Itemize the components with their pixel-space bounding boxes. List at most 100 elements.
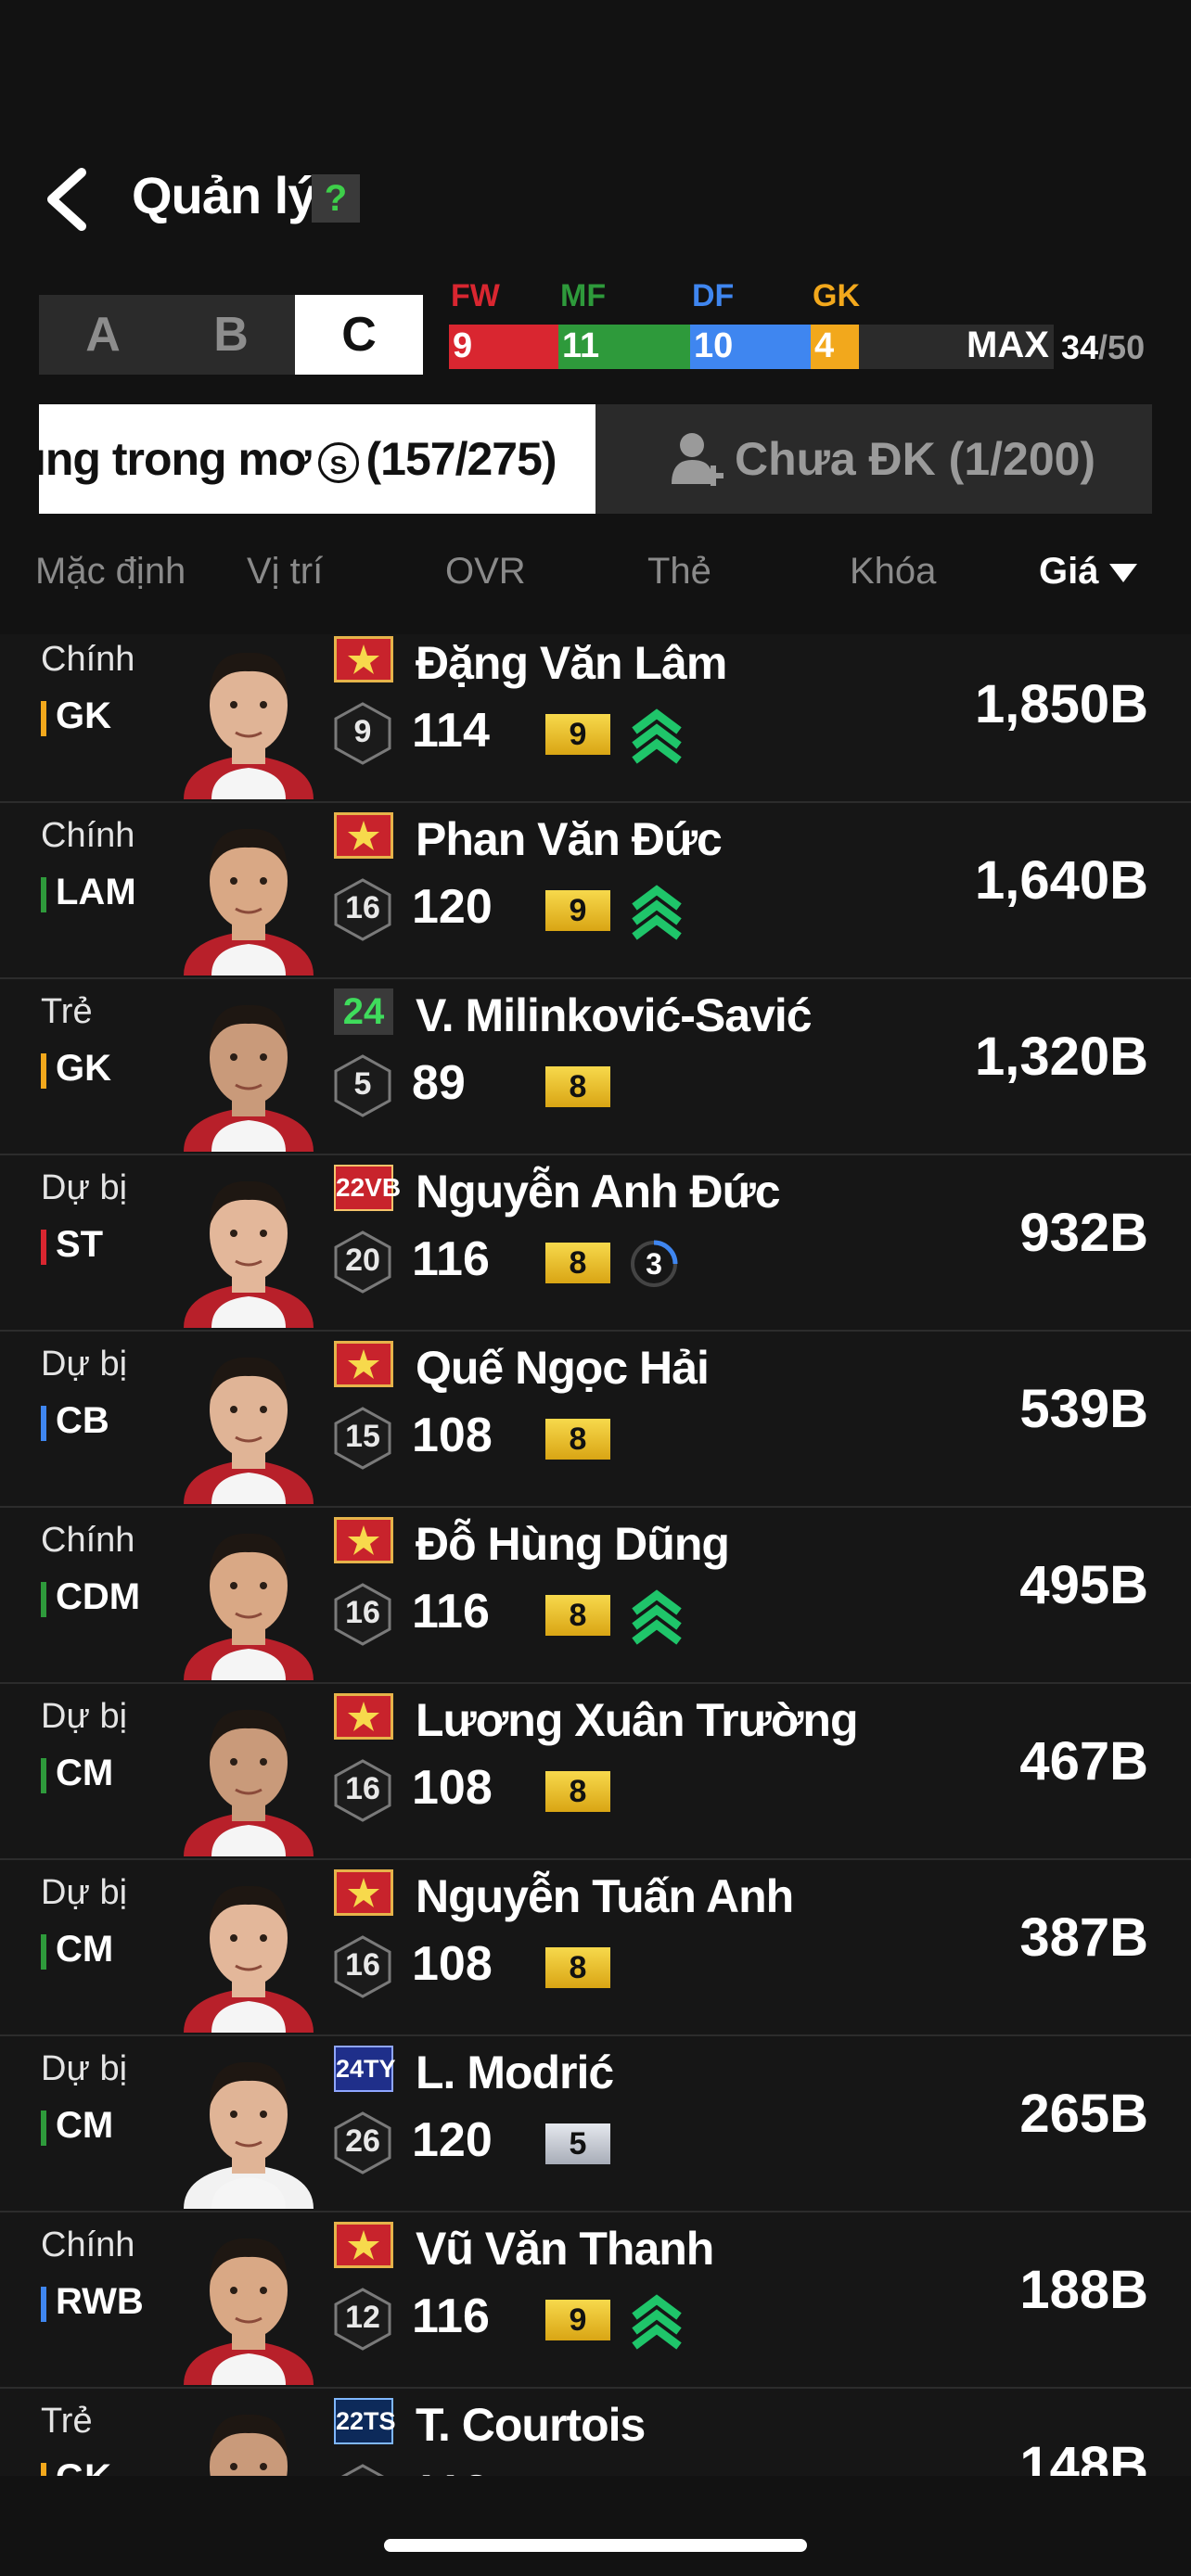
squad-tab-b[interactable]: B bbox=[167, 295, 295, 375]
position-color-bar bbox=[41, 1582, 46, 1617]
player-name: V. Milinković-Savić bbox=[416, 989, 813, 1041]
player-ovr: 120 bbox=[412, 880, 493, 934]
vietnam-star-icon bbox=[348, 1702, 379, 1731]
level-badge: 20 bbox=[332, 1230, 393, 1294]
upgrade-grade: 8 bbox=[545, 1243, 610, 1283]
upgrade-grade: 8 bbox=[545, 1771, 610, 1812]
player-position: CDM bbox=[41, 1576, 140, 1618]
season-label: 24TY bbox=[336, 2055, 396, 2083]
player-status: Dự bị bbox=[41, 2049, 128, 2088]
squad-capacity: /50 bbox=[1098, 328, 1146, 366]
squad-tab-c[interactable]: C bbox=[295, 295, 423, 375]
player-row[interactable]: Chính RWB Vũ Văn Thanh 12 116 9 188B bbox=[0, 2211, 1191, 2389]
level-badge: 5 bbox=[332, 1053, 393, 1118]
squad-count: 34/50 bbox=[1061, 328, 1145, 367]
position-color-bar bbox=[41, 2463, 46, 2476]
player-row[interactable]: Dự bị CM 24TY L. Modrić 26 120 5 265B bbox=[0, 2034, 1191, 2213]
s-coin-icon: S bbox=[317, 441, 359, 483]
player-position: GK bbox=[41, 1048, 111, 1090]
training-count: 3 bbox=[646, 1247, 662, 1281]
home-indicator[interactable] bbox=[384, 2539, 807, 2552]
level-badge: 16 bbox=[332, 877, 393, 942]
player-position: CM bbox=[41, 2105, 113, 2147]
player-row[interactable]: Dự bị ST 22VB Nguyễn Anh Đức 20 116 8 3 … bbox=[0, 1154, 1191, 1332]
unregistered-tab[interactable]: Chưa ĐK (1/200) bbox=[596, 404, 1152, 514]
player-price: 1,640B bbox=[974, 850, 1148, 911]
season-badge bbox=[334, 1517, 393, 1563]
mf-label: MF bbox=[560, 278, 607, 313]
hexagon-icon bbox=[340, 2464, 385, 2476]
player-row[interactable]: Chính GK Đặng Văn Lâm 9 114 9 1,850B bbox=[0, 634, 1191, 803]
position-label: LAM bbox=[56, 872, 136, 912]
player-row[interactable]: Trẻ GK 22TS T. Courtois 21 112 3 148B bbox=[0, 2387, 1191, 2476]
position-label: RWB bbox=[56, 2281, 144, 2322]
gk-label: GK bbox=[813, 278, 860, 313]
vietnam-star-icon bbox=[348, 1878, 379, 1907]
player-price: 539B bbox=[1019, 1379, 1148, 1439]
col-card[interactable]: Thẻ bbox=[647, 551, 711, 593]
upgrade-grade: 9 bbox=[545, 2300, 610, 2340]
player-name: Nguyễn Anh Đức bbox=[416, 1166, 781, 1218]
level-badge: 16 bbox=[332, 1758, 393, 1823]
player-portrait bbox=[184, 828, 314, 976]
player-row[interactable]: Dự bị CM Nguyễn Tuấn Anh 16 108 8 387B bbox=[0, 1858, 1191, 2036]
player-ovr: 120 bbox=[412, 2113, 493, 2167]
player-status: Trẻ bbox=[41, 992, 93, 1031]
position-color-bar bbox=[41, 1934, 46, 1970]
player-price: 932B bbox=[1019, 1203, 1148, 1263]
registered-tab[interactable]: ıng trong mơ S (157/275) bbox=[39, 404, 596, 514]
column-headers: Mặc định Vị trí OVR Thẻ Khóa Giá bbox=[0, 543, 1191, 606]
position-color-bar bbox=[41, 1053, 46, 1089]
player-row[interactable]: Dự bị CM Lương Xuân Trường 16 108 8 467B bbox=[0, 1682, 1191, 1860]
back-arrow-icon[interactable] bbox=[41, 167, 96, 232]
player-name: Vũ Văn Thanh bbox=[416, 2223, 714, 2275]
df-bar: 10 bbox=[690, 325, 811, 369]
season-badge: 24 bbox=[334, 988, 393, 1035]
position-label: CB bbox=[56, 1400, 109, 1441]
mf-bar: 11 bbox=[558, 325, 690, 369]
squad-tab-a[interactable]: A bbox=[39, 295, 167, 375]
player-row[interactable]: Trẻ GK 24 V. Milinković-Savić 5 89 8 1,3… bbox=[0, 977, 1191, 1155]
season-badge: 22TS bbox=[334, 2398, 396, 2444]
player-position: LAM bbox=[41, 872, 136, 913]
player-ovr: 89 bbox=[412, 1056, 466, 1110]
player-status: Dự bị bbox=[41, 1697, 128, 1736]
season-badge: 24TY bbox=[334, 2046, 396, 2092]
col-ovr[interactable]: OVR bbox=[445, 551, 526, 593]
player-row[interactable]: Dự bị CB Quế Ngọc Hải 15 108 8 539B bbox=[0, 1330, 1191, 1508]
player-position: CM bbox=[41, 1753, 113, 1794]
help-button[interactable]: ? bbox=[312, 174, 360, 223]
player-row[interactable]: Chính LAM Phan Văn Đức 16 120 9 1,640B bbox=[0, 801, 1191, 979]
player-price: 148B bbox=[1019, 2436, 1148, 2476]
col-position[interactable]: Vị trí bbox=[247, 551, 323, 593]
add-user-icon bbox=[672, 433, 724, 486]
player-status: Dự bị bbox=[41, 1873, 128, 1912]
col-default[interactable]: Mặc định bbox=[35, 551, 186, 593]
level-value: 12 bbox=[345, 2300, 380, 2335]
player-portrait bbox=[210, 2414, 288, 2476]
level-value: 16 bbox=[345, 890, 380, 925]
player-portrait bbox=[184, 1709, 314, 1856]
player-position: GK bbox=[41, 695, 111, 737]
player-row[interactable]: Chính CDM Đỗ Hùng Dũng 16 116 8 495B bbox=[0, 1506, 1191, 1684]
player-ovr: 108 bbox=[412, 1937, 493, 1991]
upgrade-grade: 8 bbox=[545, 1947, 610, 1988]
registered-count: (157/275) bbox=[365, 433, 557, 485]
player-status: Dự bị bbox=[41, 1345, 128, 1384]
level-badge: 16 bbox=[332, 1934, 393, 1999]
vietnam-star-icon bbox=[348, 1525, 379, 1555]
col-price[interactable]: Giá bbox=[1039, 551, 1137, 593]
player-name: T. Courtois bbox=[416, 2399, 646, 2451]
level-value: 9 bbox=[353, 714, 372, 749]
season-label: 22TS bbox=[336, 2407, 396, 2435]
player-price: 1,320B bbox=[974, 1027, 1148, 1087]
player-position: CM bbox=[41, 1929, 113, 1970]
col-lock[interactable]: Khóa bbox=[850, 551, 936, 593]
upgrade-grade: 8 bbox=[545, 1066, 610, 1107]
player-price: 387B bbox=[1019, 1907, 1148, 1968]
vietnam-star-icon bbox=[348, 821, 379, 850]
level-value: 5 bbox=[353, 1066, 372, 1102]
header: Quản lý ? bbox=[0, 139, 1191, 260]
player-price: 265B bbox=[1019, 2084, 1148, 2144]
upgrade-grade: 8 bbox=[545, 1419, 610, 1460]
